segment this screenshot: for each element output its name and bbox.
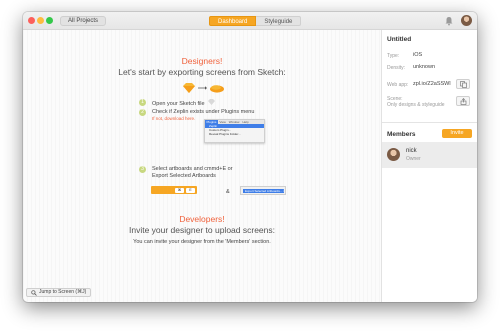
copy-link-button[interactable]	[456, 79, 470, 89]
search-icon	[31, 289, 37, 296]
and-symbol: &	[226, 189, 230, 195]
app-window: All Projects Dashboard Styleguide Design…	[23, 12, 477, 302]
step-1-text: Open your Sketch file	[152, 101, 205, 107]
type-label: Type:	[387, 53, 400, 59]
share-icon	[460, 97, 466, 105]
view-tabs: Dashboard Styleguide	[209, 16, 302, 26]
step-number: 2	[139, 109, 146, 116]
plugins-menu-illustration: Plugins View Window Help Zeplin Custom P…	[204, 119, 265, 143]
designers-heading: Designers!	[181, 56, 223, 66]
jump-to-screen-label: Jump to Screen (⌘J)	[39, 289, 87, 295]
menu-bar-window: Window	[228, 120, 240, 124]
sketch-file-icon	[208, 99, 216, 105]
density-value: unknown	[413, 64, 436, 70]
step-3-text: Select artboards and cmmd+E or	[152, 166, 233, 172]
sketch-to-zeplin-icon	[183, 83, 224, 93]
tab-styleguide[interactable]: Styleguide	[256, 16, 302, 26]
step-3-text-2: Export Selected Artboards	[152, 173, 216, 179]
shortcut-illustration: ⌘ E	[151, 186, 197, 194]
all-projects-button[interactable]: All Projects	[60, 16, 107, 26]
tab-dashboard[interactable]: Dashboard	[209, 16, 257, 26]
zoom-window-button[interactable]	[46, 17, 53, 24]
menu-row-reveal-folder: Reveal Plugins Folder...	[209, 132, 241, 136]
member-name: nick	[406, 148, 417, 154]
developers-subheading: Invite your designer to upload screens:	[128, 225, 275, 235]
minimize-window-button[interactable]	[37, 17, 44, 24]
step-number: 3	[139, 166, 146, 173]
export-menu-illustration: Export Selected Artboards... ⌘E	[240, 186, 286, 195]
designers-subheading: Let's start by exporting screens from Sk…	[118, 67, 286, 77]
web-app-label: Web app:	[387, 82, 409, 88]
jump-to-screen-button[interactable]: Jump to Screen (⌘J)	[26, 288, 92, 297]
dashboard-panel: Designers! Let's start by exporting scre…	[23, 30, 381, 302]
sidebar-divider	[382, 122, 477, 123]
cmd-key: ⌘	[175, 187, 184, 193]
member-row[interactable]: nick Owner	[382, 142, 477, 168]
export-selected-artboards-item: Export Selected Artboards... ⌘E	[243, 189, 284, 193]
step-1: 1 Open your Sketch file	[139, 99, 216, 108]
user-avatar[interactable]	[461, 15, 472, 26]
close-window-button[interactable]	[28, 17, 35, 24]
menu-bar-view: View	[219, 120, 226, 124]
density-label: Density:	[387, 65, 406, 71]
project-title[interactable]: Untitled	[387, 36, 411, 43]
web-app-link[interactable]: zpl.io/Z2aSSWl	[413, 81, 451, 87]
step-2-text: Check if Zeplin exists under Plugins men…	[152, 109, 255, 115]
member-role: Owner	[406, 156, 421, 162]
step-number: 1	[139, 99, 146, 106]
members-title: Members	[387, 131, 416, 138]
scene-value: Only designs & styleguide	[387, 102, 445, 108]
bell-icon[interactable]	[444, 16, 454, 26]
step-3: 3 Select artboards and cmmd+E or Export …	[139, 166, 233, 180]
developers-caption: You can invite your designer from the 'M…	[133, 239, 271, 245]
share-button[interactable]	[456, 96, 470, 106]
menu-bar-help: Help	[242, 120, 249, 124]
title-bar: All Projects Dashboard Styleguide	[23, 12, 477, 30]
invite-button[interactable]: Invite	[442, 129, 472, 138]
member-avatar	[387, 148, 400, 161]
copy-icon	[459, 80, 467, 88]
e-key: E	[186, 187, 195, 193]
type-value: iOS	[413, 52, 423, 58]
project-sidebar: Untitled Type: iOS Density: unknown Web …	[381, 30, 477, 302]
developers-heading: Developers!	[179, 214, 225, 224]
